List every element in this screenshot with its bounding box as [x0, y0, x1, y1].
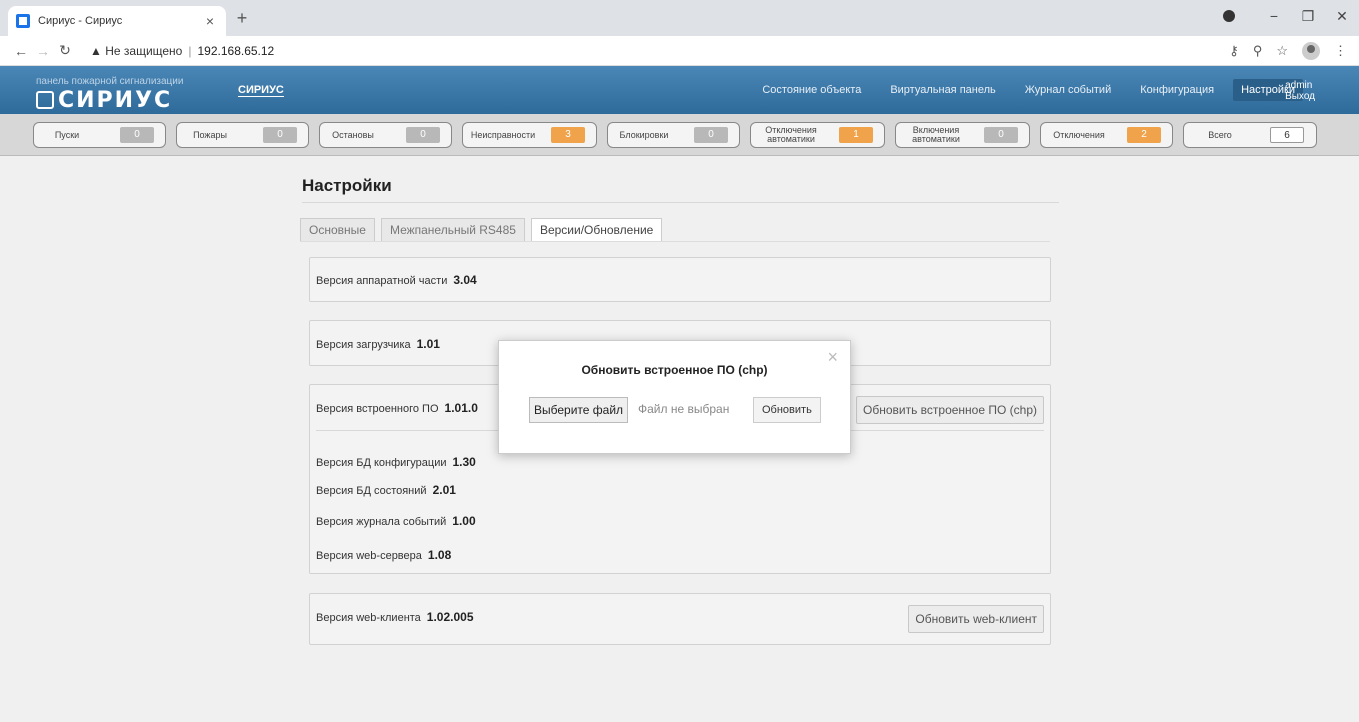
maximize-icon[interactable]: ❐ [1291, 8, 1325, 25]
tab-title: Сириус - Сириус [38, 15, 123, 27]
nav-event-log[interactable]: Журнал событий [1025, 84, 1111, 96]
menu-icon[interactable]: ⋮ [1334, 43, 1347, 59]
main-nav: Состояние объекта Виртуальная панель Жур… [733, 66, 1303, 114]
counter-label: Неисправности [470, 129, 536, 140]
brand-link[interactable]: СИРИУС [238, 84, 284, 97]
counter-label: Пожары [193, 129, 227, 140]
counter-label: Блокировки [619, 129, 669, 140]
browser-tab[interactable]: Сириус - Сириус × [8, 6, 226, 36]
counter-total[interactable]: Всего 6 [1183, 122, 1317, 148]
file-status: Файл не выбран [638, 402, 730, 416]
back-icon[interactable]: ← [10, 43, 32, 59]
counter-value: 2 [1127, 127, 1161, 143]
counter-fires[interactable]: Пожары 0 [176, 122, 309, 148]
nav-virtual-panel[interactable]: Виртуальная панель [890, 84, 995, 96]
url-separator: | [188, 43, 192, 58]
update-button[interactable]: Обновить [753, 397, 821, 423]
star-icon[interactable]: ☆ [1276, 43, 1288, 59]
counter-value: 3 [551, 127, 585, 143]
counter-label: Отключения [1053, 129, 1105, 140]
counter-value: 0 [694, 127, 728, 143]
counter-automation-off[interactable]: Отключения автоматики 1 [750, 122, 885, 148]
user-name: admin [1285, 80, 1313, 91]
url-input[interactable]: 192.168.65.12 [197, 44, 274, 58]
counter-stops[interactable]: Остановы 0 [319, 122, 452, 148]
logout-link[interactable]: Выход [1285, 91, 1315, 102]
counter-label: Остановы [332, 129, 374, 140]
counter-blocks[interactable]: Блокировки 0 [607, 122, 740, 148]
counter-label: Отключения автоматики [765, 125, 817, 144]
close-icon[interactable]: × [202, 13, 218, 29]
choose-file-button[interactable]: Выберите файл [529, 397, 629, 423]
forward-icon[interactable]: → [32, 43, 54, 59]
dialog-title: Обновить встроенное ПО (chp) [581, 363, 768, 377]
counter-value: 0 [120, 127, 154, 143]
zoom-icon[interactable]: ⚲ [1253, 43, 1263, 59]
browser-tabbar: Сириус - Сириус × + − ❐ ✕ [0, 0, 1359, 36]
counters-bar: Пуски 0 Пожары 0 Остановы 0 Неисправност… [0, 114, 1359, 156]
counter-automation-on[interactable]: Включения автоматики 0 [895, 122, 1030, 148]
security-warning-text: Не защищено [105, 43, 183, 58]
counter-value: 0 [984, 127, 1018, 143]
minimize-icon[interactable]: − [1257, 8, 1291, 24]
counter-value: 0 [406, 127, 440, 143]
counter-value: 1 [839, 127, 873, 143]
favicon-icon [16, 14, 30, 28]
nav-object-state[interactable]: Состояние объекта [762, 84, 861, 96]
window-controls: − ❐ ✕ [1223, 0, 1359, 32]
address-bar-actions: ⚷ ⚲ ☆ ⋮ [1229, 36, 1347, 66]
reload-icon[interactable]: ↻ [54, 42, 76, 59]
counter-label: Пуски [54, 129, 80, 140]
security-warning[interactable]: ▲ Не защищено [90, 44, 182, 58]
key-icon[interactable]: ⚷ [1229, 43, 1239, 59]
window-close-icon[interactable]: ✕ [1325, 8, 1359, 25]
counter-faults[interactable]: Неисправности 3 [462, 122, 597, 148]
new-tab-button[interactable]: + [232, 8, 252, 28]
counter-starts[interactable]: Пуски 0 [33, 122, 166, 148]
avatar[interactable] [1302, 42, 1320, 60]
counter-label: Включения автоматики [912, 125, 960, 144]
logo-icon [36, 91, 54, 109]
counter-disabled[interactable]: Отключения 2 [1040, 122, 1173, 148]
nav-configuration[interactable]: Конфигурация [1140, 84, 1214, 96]
user-block: admin Выход [1285, 80, 1315, 102]
logo[interactable]: СИРИУС [36, 88, 172, 113]
app-header: панель пожарной сигнализации СИРИУС СИРИ… [0, 66, 1359, 114]
logo-title: СИРИУС [58, 88, 173, 113]
profile-icon[interactable] [1223, 10, 1235, 22]
logo-subtitle: панель пожарной сигнализации [36, 76, 184, 87]
address-bar: ← → ↻ ▲ Не защищено | 192.168.65.12 ⚷ ⚲ … [0, 36, 1359, 66]
counter-label: Всего [1208, 129, 1232, 140]
counter-value: 6 [1270, 127, 1304, 143]
counter-value: 0 [263, 127, 297, 143]
update-firmware-dialog: × Обновить встроенное ПО (chp) Выберите … [498, 340, 851, 454]
